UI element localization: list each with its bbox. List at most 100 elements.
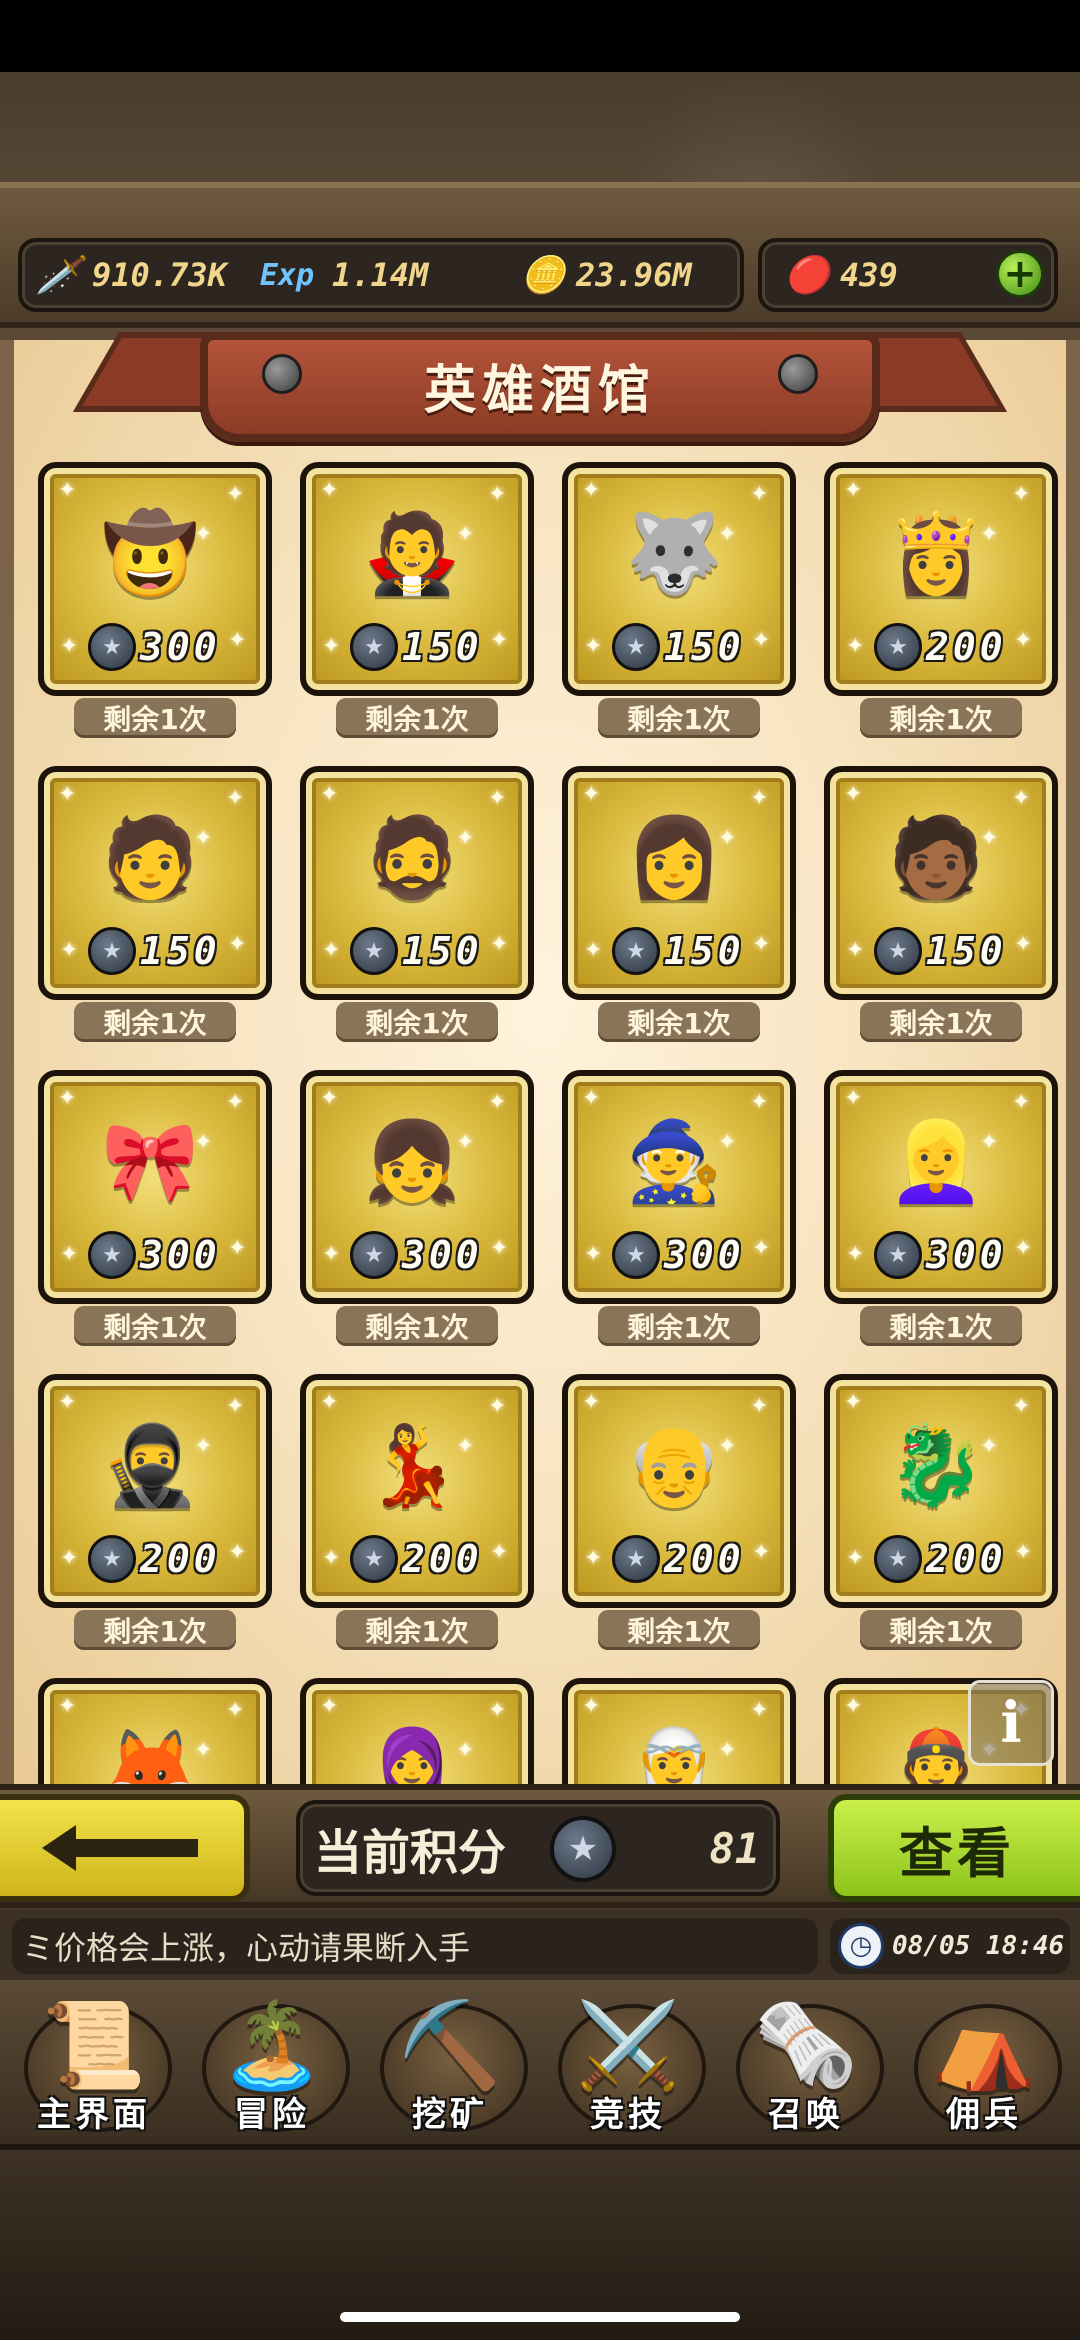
nav-item-2[interactable]: 🏝️ 冒险: [186, 1986, 358, 2142]
nav-item-4[interactable]: ⚔️ 竞技: [542, 1986, 714, 2142]
summon-scroll-icon: 🗞️: [753, 1995, 859, 2094]
hero-cost: ★ 150: [612, 623, 745, 671]
sparkle-icon: ✦: [582, 1390, 601, 1415]
remaining-count-badge: 剩余1次: [336, 1610, 498, 1650]
nav-item-6[interactable]: ⛺ 佣兵: [898, 1986, 1070, 2142]
hero-cost-value: 150: [402, 625, 483, 669]
view-button[interactable]: 查看: [828, 1794, 1080, 1902]
nav-label: 主界面: [37, 2094, 151, 2135]
hero-card[interactable]: ✦ ✦ ✦ ✦ ✦ 🐺 ★ 150: [562, 462, 796, 696]
sparkle-icon: ✦: [844, 478, 863, 503]
sparkle-icon: ✦: [320, 1390, 339, 1415]
nav-item-1[interactable]: 📜 主界面: [8, 1986, 180, 2142]
exp-value: 1.14M: [332, 256, 429, 294]
score-label: 当前积分: [314, 1825, 507, 1881]
announcement-ticker: ミ价格会上涨，心动请果断入手: [12, 1918, 818, 1974]
info-icon[interactable]: i: [968, 1680, 1054, 1766]
clock-time: 08/05 18:46: [892, 1931, 1065, 1961]
hero-portrait: 🧕: [363, 1724, 461, 1791]
island-icon: 🏝️: [219, 1995, 325, 2094]
remaining-count-badge: 剩余1次: [860, 1610, 1022, 1650]
hero-card[interactable]: ✦ ✦ ✦ ✦ ✦ 👩 ★ 150: [562, 766, 796, 1000]
remaining-count-badge: 剩余1次: [336, 698, 498, 738]
sparkle-icon: ✦: [488, 1394, 507, 1419]
sparkle-icon: ✦: [322, 634, 341, 659]
attack-resource: 🗡️ 910.73K: [36, 245, 227, 305]
sparkle-icon: ✦: [228, 628, 247, 653]
sparkle-icon: ✦: [226, 786, 245, 811]
remaining-count-badge: 剩余1次: [598, 1002, 760, 1042]
star-coin-icon: ★: [350, 1535, 398, 1583]
sparkle-icon: ✦: [846, 938, 865, 963]
nav-item-3[interactable]: ⛏️ 挖矿: [364, 1986, 536, 2142]
sparkle-icon: ✦: [752, 1540, 771, 1565]
hero-card[interactable]: ✦✦✦✦✦🦊: [38, 1678, 272, 1790]
hero-card[interactable]: ✦ ✦ ✦ ✦ ✦ 🧛 ★ 150: [300, 462, 534, 696]
star-coin-icon: ★: [88, 1231, 136, 1279]
nav-label: 挖矿: [412, 2094, 488, 2135]
hero-card[interactable]: ✦ ✦ ✦ ✦ ✦ 🧙 ★ 300: [562, 1070, 796, 1304]
hero-card[interactable]: ✦ ✦ ✦ ✦ ✦ 🎀 ★ 300: [38, 1070, 272, 1304]
home-indicator[interactable]: [340, 2312, 740, 2322]
hero-card[interactable]: ✦ ✦ ✦ ✦ ✦ 💃 ★ 200: [300, 1374, 534, 1608]
hero-card[interactable]: ✦ ✦ ✦ ✦ ✦ 👱‍♀️ ★ 300: [824, 1070, 1058, 1304]
gold-coin-icon: 🪙: [520, 255, 566, 296]
hero-card[interactable]: ✦ ✦ ✦ ✦ ✦ 👴 ★ 200: [562, 1374, 796, 1608]
hero-cost-value: 300: [140, 625, 221, 669]
tent-icon: ⛺: [931, 1995, 1037, 2094]
hero-portrait: 🧑🏾: [887, 812, 985, 903]
hero-card[interactable]: ✦✦✦✦✦🧕: [300, 1678, 534, 1790]
hero-cost: ★ 200: [88, 1535, 221, 1583]
hero-cost: ★ 300: [874, 1231, 1007, 1279]
remaining-count-badge: 剩余1次: [598, 1306, 760, 1346]
sparkle-icon: ✦: [582, 1086, 601, 1111]
sparkle-icon: ✦: [488, 1698, 507, 1723]
sparkle-icon: ✦: [1014, 1540, 1033, 1565]
hero-card[interactable]: ✦ ✦ ✦ ✦ ✦ 🧑 ★ 150: [38, 766, 272, 1000]
hero-cost: ★ 300: [88, 1231, 221, 1279]
hero-portrait: 🦊: [101, 1724, 199, 1791]
ruby-icon: 🔴: [784, 255, 830, 296]
star-coin-icon: ★: [88, 927, 136, 975]
scroll-map-icon: 📜: [41, 1995, 147, 2094]
pickaxe-icon: ⛏️: [397, 1995, 503, 2094]
gold-value: 23.96M: [576, 256, 692, 294]
hero-cost-value: 300: [402, 1233, 483, 1277]
sparkle-icon: ✦: [1012, 786, 1031, 811]
hero-card[interactable]: ✦ ✦ ✦ ✦ ✦ 🧑🏾 ★ 150: [824, 766, 1058, 1000]
clock-icon: ◷: [838, 1923, 884, 1969]
hero-cost: ★ 300: [350, 1231, 483, 1279]
hero-portrait: 🧝: [625, 1724, 723, 1791]
star-coin-icon: ★: [874, 1231, 922, 1279]
sparkle-icon: ✦: [490, 932, 509, 957]
back-button[interactable]: [0, 1794, 250, 1902]
star-coin-icon: ★: [874, 927, 922, 975]
nav-item-5[interactable]: 🗞️ 召唤: [720, 1986, 892, 2142]
hero-portrait: 🎀: [101, 1116, 199, 1207]
hero-cost: ★ 150: [350, 623, 483, 671]
sparkle-icon: ✦: [844, 782, 863, 807]
hero-portrait: 🤠: [101, 508, 199, 599]
hero-card[interactable]: ✦✦✦✦✦🧝: [562, 1678, 796, 1790]
back-arrow-icon: [42, 1825, 198, 1871]
sparkle-icon: ✦: [844, 1390, 863, 1415]
star-coin-icon: ★: [350, 927, 398, 975]
hero-card[interactable]: ✦ ✦ ✦ ✦ ✦ 🥷 ★ 200: [38, 1374, 272, 1608]
add-gems-button[interactable]: +: [996, 250, 1044, 298]
hero-card[interactable]: ✦ ✦ ✦ ✦ ✦ 🤠 ★ 300: [38, 462, 272, 696]
star-coin-icon: ★: [612, 927, 660, 975]
star-coin-icon: ★: [88, 1535, 136, 1583]
sparkle-icon: ✦: [320, 782, 339, 807]
sparkle-icon: ✦: [1012, 1394, 1031, 1419]
hero-portrait: 🧑: [101, 812, 199, 903]
hero-portrait: 👱‍♀️: [887, 1116, 985, 1207]
hero-card[interactable]: ✦ ✦ ✦ ✦ ✦ 🐉 ★ 200: [824, 1374, 1058, 1608]
hero-card[interactable]: ✦ ✦ ✦ ✦ ✦ 🧔 ★ 150: [300, 766, 534, 1000]
hero-card[interactable]: ✦ ✦ ✦ ✦ ✦ 👸 ★ 200: [824, 462, 1058, 696]
sparkle-icon: ✦: [58, 1694, 77, 1719]
hero-card[interactable]: ✦ ✦ ✦ ✦ ✦ 👧 ★ 300: [300, 1070, 534, 1304]
hero-cost-value: 150: [664, 625, 745, 669]
hero-cost: ★ 150: [350, 927, 483, 975]
remaining-count-badge: 剩余1次: [336, 1002, 498, 1042]
gem-value: 439: [840, 256, 898, 294]
